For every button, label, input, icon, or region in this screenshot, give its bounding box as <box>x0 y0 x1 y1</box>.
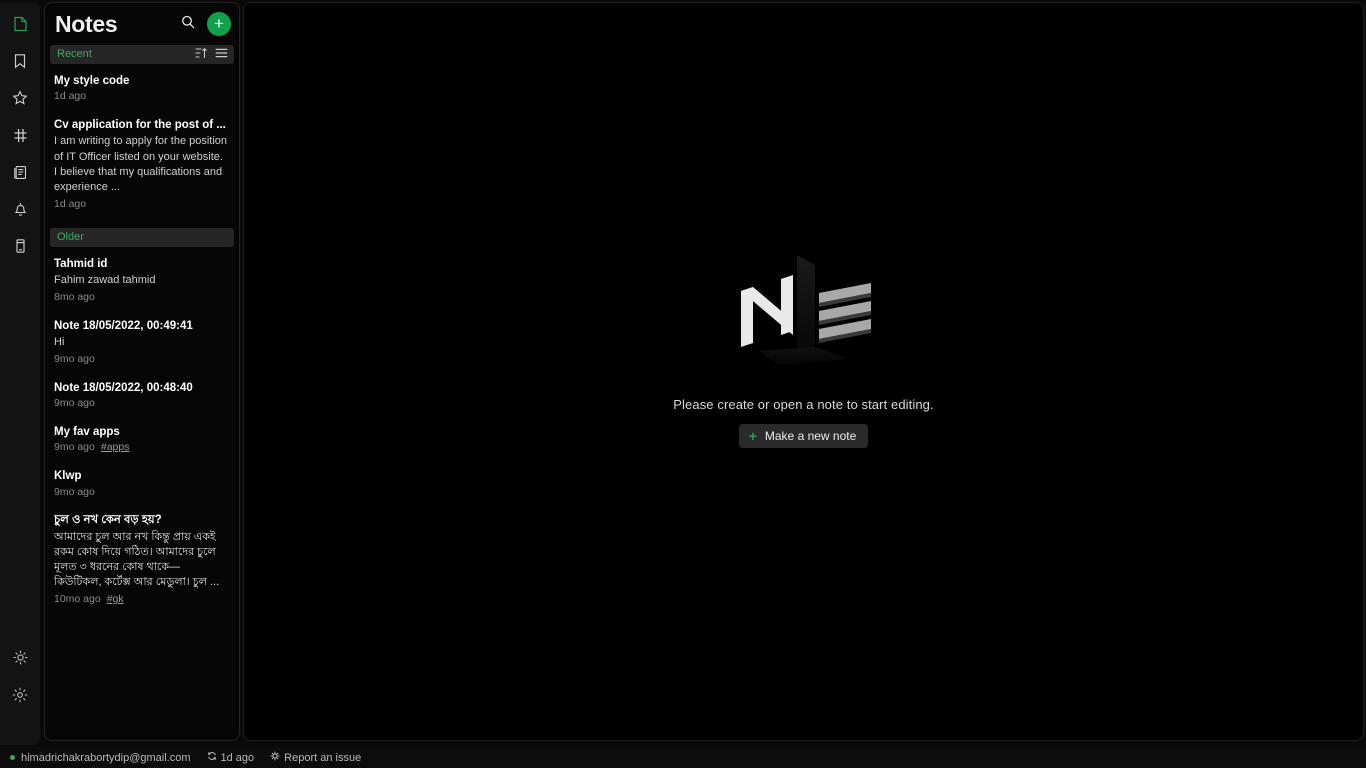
list-view-button[interactable] <box>215 48 228 61</box>
note-meta: 9mo ago <box>54 486 229 500</box>
note-list-item[interactable]: Cv application for the post of ... I am … <box>45 112 239 220</box>
rail-item-all-notes[interactable] <box>6 10 34 38</box>
note-meta: 8mo ago <box>54 291 229 305</box>
star-icon <box>12 90 28 106</box>
note-meta: 9mo ago #apps <box>54 441 229 455</box>
note-meta: 1d ago <box>54 198 229 212</box>
trash-icon <box>14 238 27 254</box>
sync-icon <box>207 751 217 764</box>
rail-bottom-group <box>6 643 34 739</box>
note-time: 9mo ago <box>54 441 95 454</box>
notebooks-icon <box>13 165 28 180</box>
empty-state-message: Please create or open a note to start ed… <box>673 397 934 412</box>
rail-item-bookmarks[interactable] <box>6 47 34 75</box>
make-new-note-label: Make a new note <box>764 429 857 443</box>
note-title: My fav apps <box>54 426 120 439</box>
note-list-header: Notes + <box>45 3 239 45</box>
report-issue-button[interactable]: Report an issue <box>270 751 361 764</box>
note-preview: Fahim zawad tahmid <box>54 274 156 287</box>
add-note-button[interactable]: + <box>207 12 231 36</box>
note-title: Cv application for the post of ... <box>54 119 226 132</box>
note-time: 9mo ago <box>54 353 95 366</box>
note-list-item[interactable]: Note 18/05/2022, 00:49:41 Hi 9mo ago <box>45 313 239 375</box>
app-logo <box>719 255 889 375</box>
note-list-item[interactable]: Klwp 9mo ago <box>45 463 239 507</box>
rail-item-reminders[interactable] <box>6 195 34 223</box>
bug-icon <box>270 751 280 764</box>
note-list-item[interactable]: চুল ও নখ কেন বড় হয়? আমাদের চুল আর নখ ক… <box>45 507 239 615</box>
rail-item-settings[interactable] <box>6 681 34 709</box>
section-header-older: Older <box>50 227 234 247</box>
search-icon <box>180 14 196 35</box>
note-list-item[interactable]: My style code 1d ago <box>45 68 239 112</box>
note-time: 10mo ago <box>54 593 101 606</box>
note-time: 9mo ago <box>54 397 95 410</box>
search-button[interactable] <box>177 13 199 35</box>
note-list-panel: Notes + Recent My style code 1d ago Cv a… <box>44 2 240 741</box>
sync-time: 1d ago <box>220 751 255 764</box>
note-title: Note 18/05/2022, 00:49:41 <box>54 319 193 332</box>
notes-logo-icon <box>740 255 871 365</box>
hamburger-menu-icon <box>215 46 228 64</box>
settings-gear-icon <box>12 687 28 703</box>
online-status-dot <box>10 755 15 760</box>
account-status[interactable]: himadrichakrabortydip@gmail.com <box>21 752 191 764</box>
note-time: 1d ago <box>54 198 87 211</box>
rail-item-notebooks[interactable] <box>6 158 34 186</box>
rail-item-tags[interactable] <box>6 121 34 149</box>
note-preview: আমাদের চুল আর নখ কিন্তু প্রায় একই রকম ক… <box>54 530 220 589</box>
note-title: চুল ও নখ কেন বড় হয়? <box>54 514 162 527</box>
all-notes-icon <box>13 16 28 32</box>
note-title: My style code <box>54 75 130 87</box>
note-tag[interactable]: #gk <box>107 593 124 607</box>
sort-icon <box>195 46 208 64</box>
app-body: Notes + Recent My style code 1d ago Cv a… <box>0 0 1366 747</box>
note-tag[interactable]: #apps <box>101 441 130 455</box>
account-email: himadrichakrabortydip@gmail.com <box>21 751 191 764</box>
rail-item-theme-toggle[interactable] <box>6 643 34 671</box>
note-list-scroll[interactable]: Recent My style code 1d ago Cv applicati… <box>45 45 239 740</box>
note-list-item[interactable]: Tahmid id Fahim zawad tahmid 8mo ago <box>45 251 239 313</box>
bell-icon <box>13 201 28 217</box>
section-actions <box>195 46 228 64</box>
note-time: 9mo ago <box>54 485 95 498</box>
note-meta: 9mo ago <box>54 353 229 367</box>
note-title: Klwp <box>54 470 82 483</box>
note-list-item[interactable]: My fav apps 9mo ago #apps <box>45 419 239 463</box>
left-icon-rail <box>0 2 40 745</box>
report-issue-label: Report an issue <box>284 751 362 764</box>
section-label: Recent <box>57 48 92 60</box>
note-meta: 10mo ago #gk <box>54 593 229 607</box>
note-meta: 1d ago <box>54 90 229 104</box>
rail-item-favorites[interactable] <box>6 84 34 112</box>
editor-panel: Please create or open a note to start ed… <box>243 2 1364 741</box>
section-header-recent: Recent <box>50 45 234 64</box>
note-list-item[interactable]: Note 18/05/2022, 00:48:40 9mo ago <box>45 375 239 419</box>
editor-empty-state: Please create or open a note to start ed… <box>673 255 934 448</box>
note-meta: 9mo ago <box>54 397 229 411</box>
note-preview: I am writing to apply for the position o… <box>54 135 228 193</box>
rail-item-trash[interactable] <box>6 232 34 260</box>
make-new-note-button[interactable]: + Make a new note <box>738 424 869 448</box>
status-bar: himadrichakrabortydip@gmail.com 1d ago R… <box>0 747 1366 768</box>
note-time: 8mo ago <box>54 291 95 304</box>
note-preview: Hi <box>54 336 65 349</box>
theme-toggle-icon <box>12 649 28 665</box>
sort-button[interactable] <box>195 46 208 64</box>
plus-icon: + <box>214 13 224 33</box>
page-title: Notes <box>55 10 118 37</box>
note-title: Tahmid id <box>54 257 108 270</box>
bookmark-icon <box>13 53 27 69</box>
hash-icon <box>13 128 28 143</box>
section-label: Older <box>57 230 84 243</box>
rail-top-group <box>6 10 34 260</box>
note-title: Note 18/05/2022, 00:48:40 <box>54 382 193 395</box>
notes-app-window: Notes + Recent My style code 1d ago Cv a… <box>0 0 1366 768</box>
note-time: 1d ago <box>54 90 87 103</box>
plus-icon: + <box>748 428 757 444</box>
sync-status[interactable]: 1d ago <box>207 751 255 764</box>
